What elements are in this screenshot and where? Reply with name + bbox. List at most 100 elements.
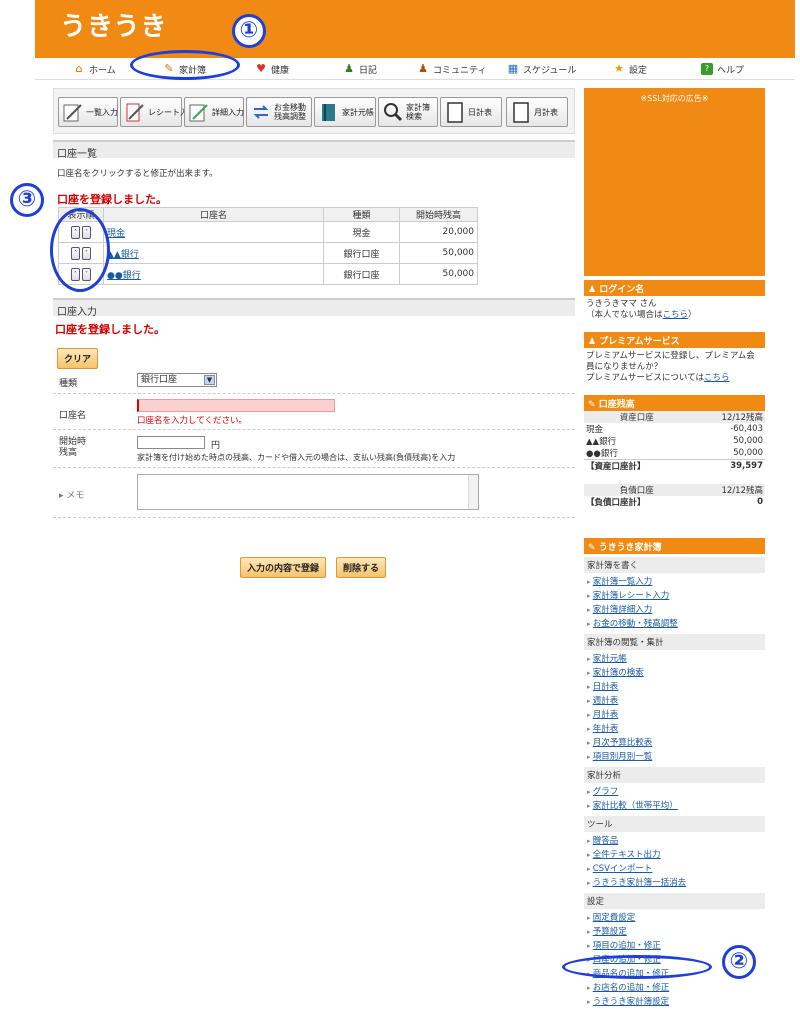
menu-item[interactable]: 項目別月別一覧	[584, 750, 765, 764]
menu-item-link[interactable]: グラフ	[593, 787, 619, 797]
accounts-table: 表示順 口座名 種類 開始時残高 ˄ ˅ 現金 現金 20,000 ˄ ˅ ▲▲銀行…	[58, 207, 478, 285]
menu-item-link[interactable]: 月次予算比較表	[593, 738, 653, 748]
menu-item-link[interactable]: 年計表	[593, 724, 619, 734]
toolbar-transfer-button[interactable]: お金移動 残高調整	[246, 97, 312, 127]
start-balance-input[interactable]	[137, 436, 205, 449]
premium-link[interactable]: こちら	[704, 373, 730, 383]
site-logo[interactable]: うきうき	[60, 6, 167, 43]
account-link[interactable]: ▲▲銀行	[107, 250, 139, 260]
clear-button[interactable]: クリア	[57, 348, 99, 369]
account-type: 銀行口座	[323, 263, 400, 285]
account-link[interactable]: ●●銀行	[107, 271, 141, 281]
menu-item-link[interactable]: 予算設定	[593, 927, 627, 937]
premium-text2: プレミアムサービスについては	[586, 373, 704, 383]
menu-item-link[interactable]: 家計元帳	[593, 654, 627, 664]
menu-item[interactable]: 家計簿一覧入力	[584, 575, 765, 589]
menu-item[interactable]: 贈答品	[584, 834, 765, 848]
menu-item[interactable]: お店名の追加・修正	[584, 981, 765, 995]
login-box-body: うきうきママ さん （本人でない場合はこちら）	[584, 296, 765, 324]
login-switch-link[interactable]: こちら	[663, 310, 689, 320]
toolbar-detail-input-button[interactable]: 詳細入力	[184, 97, 244, 127]
menu-item-link[interactable]: お店名の追加・修正	[593, 983, 670, 993]
toolbar-daily-button[interactable]: 日計表	[440, 97, 502, 127]
toolbar-search-button[interactable]: 家計簿 検索	[378, 97, 438, 127]
menu-item-link[interactable]: 家計簿一覧入力	[593, 577, 653, 587]
memo-textarea[interactable]	[137, 474, 479, 510]
accounts-success-message: 口座を登録しました。	[57, 193, 167, 206]
nav-help[interactable]: ? ヘルプ	[701, 62, 744, 76]
menu-item[interactable]: 月計表	[584, 708, 765, 722]
menu-item-link[interactable]: 週計表	[593, 696, 619, 706]
type-select[interactable]: 銀行口座 ▼	[137, 373, 217, 387]
menu-item-link[interactable]: うきうき家計簿一括消去	[593, 878, 686, 888]
menu-item[interactable]: 家計元帳	[584, 652, 765, 666]
menu-item[interactable]: 予算設定	[584, 925, 765, 939]
memo-scrollbar[interactable]	[468, 475, 478, 509]
table-row: ˄ ˅ ●●銀行 銀行口座 50,000	[58, 263, 478, 285]
menu-item[interactable]: 月次予算比較表	[584, 736, 765, 750]
login-name: うきうきママ さん	[586, 299, 657, 309]
yen-label: 円	[211, 441, 221, 451]
menu-item-link[interactable]: 全件テキスト出力	[593, 850, 661, 860]
menu-item[interactable]: うきうき家計簿設定	[584, 995, 765, 1009]
nav-settings[interactable]: ★ 設定	[613, 62, 647, 76]
menu-item[interactable]: グラフ	[584, 785, 765, 799]
ledger-book-icon	[318, 101, 340, 123]
login-box-header: ♟ ログイン名	[584, 280, 765, 296]
menu-item[interactable]: 日計表	[584, 680, 765, 694]
menu-item-link[interactable]: 月計表	[593, 710, 619, 720]
menu-item[interactable]: 年計表	[584, 722, 765, 736]
menu-item-link[interactable]: 項目別月別一覧	[593, 752, 653, 762]
toolbar-list-input-button[interactable]: 一覧入力	[58, 97, 118, 127]
nav-health[interactable]: ♥ 健康	[255, 62, 289, 76]
debt-head: 負債口座	[619, 486, 654, 496]
balance-box: ✎ 口座残高 資産口座 12/12残高 現金 -60,403 ▲▲銀行 50,000 …	[584, 395, 765, 508]
menu-item-link[interactable]: 日計表	[593, 682, 619, 692]
menu-item-link[interactable]: 家計簿レシート入力	[593, 591, 670, 601]
menu-item[interactable]: 家計簿レシート入力	[584, 589, 765, 603]
nav-community[interactable]: ♟ コミュニティ	[417, 62, 486, 76]
table-row: ˄ ˅ ▲▲銀行 銀行口座 50,000	[58, 242, 478, 264]
menu-item-link[interactable]: CSVインポート	[593, 864, 653, 874]
user-icon: ♟	[588, 337, 600, 347]
asset-value: 50,000	[733, 448, 763, 458]
menu-item[interactable]: 家計比較（世帯平均）	[584, 799, 765, 813]
ad-banner[interactable]: ※SSL対応の広告※	[584, 88, 765, 276]
menu-item-link[interactable]: お金の移動・残高調整	[593, 619, 678, 629]
menu-title: うきうき家計簿	[598, 543, 662, 553]
toolbar-receipt-input-button[interactable]: レシート入力	[120, 97, 196, 127]
menu-item-link[interactable]: 固定費設定	[593, 913, 636, 923]
nav-diary[interactable]: ♟ 日記	[343, 62, 377, 76]
delete-button[interactable]: 削除する	[336, 557, 387, 578]
nav-schedule[interactable]: ▦ スケジュール	[507, 62, 577, 76]
memo-label: ▸ メモ	[59, 491, 85, 501]
menu-item[interactable]: 固定費設定	[584, 911, 765, 925]
col-name: 口座名	[103, 207, 324, 222]
menu-item[interactable]: 家計簿詳細入力	[584, 603, 765, 617]
pencil-icon: ✎	[588, 400, 599, 410]
menu-item[interactable]: 全件テキスト出力	[584, 848, 765, 862]
submit-button[interactable]: 入力の内容で登録	[240, 557, 327, 578]
clipboard-icon	[510, 101, 532, 123]
menu-category: ツール	[584, 816, 765, 832]
menu-item[interactable]: CSVインポート	[584, 862, 765, 876]
menu-item-link[interactable]: 家計簿の検索	[593, 668, 644, 678]
menu-item-link[interactable]: 贈答品	[593, 836, 619, 846]
start-label-1: 開始時	[59, 437, 87, 447]
menu-item[interactable]: 家計簿の検索	[584, 666, 765, 680]
menu-item-link[interactable]: うきうき家計簿設定	[593, 997, 669, 1007]
toolbar-monthly-button[interactable]: 月計表	[506, 97, 568, 127]
account-name-input[interactable]	[137, 399, 335, 412]
menu-item-link[interactable]: 項目の追加・修正	[593, 941, 661, 951]
toolbar-ledger-button[interactable]: 家計元帳	[314, 97, 376, 127]
menu-item[interactable]: お金の移動・残高調整	[584, 617, 765, 631]
account-link[interactable]: 現金	[107, 229, 125, 239]
menu-item[interactable]: 週計表	[584, 694, 765, 708]
type-select-value: 銀行口座	[141, 375, 178, 385]
menu-item[interactable]: うきうき家計簿一括消去	[584, 876, 765, 890]
name-label: 口座名	[59, 411, 87, 421]
menu-item-link[interactable]: 家計簿詳細入力	[593, 605, 653, 615]
nav-home[interactable]: ⌂ ホーム	[73, 62, 116, 76]
menu-item-link[interactable]: 家計比較（世帯平均）	[593, 801, 678, 811]
pencil-icon: ✎	[588, 543, 599, 553]
